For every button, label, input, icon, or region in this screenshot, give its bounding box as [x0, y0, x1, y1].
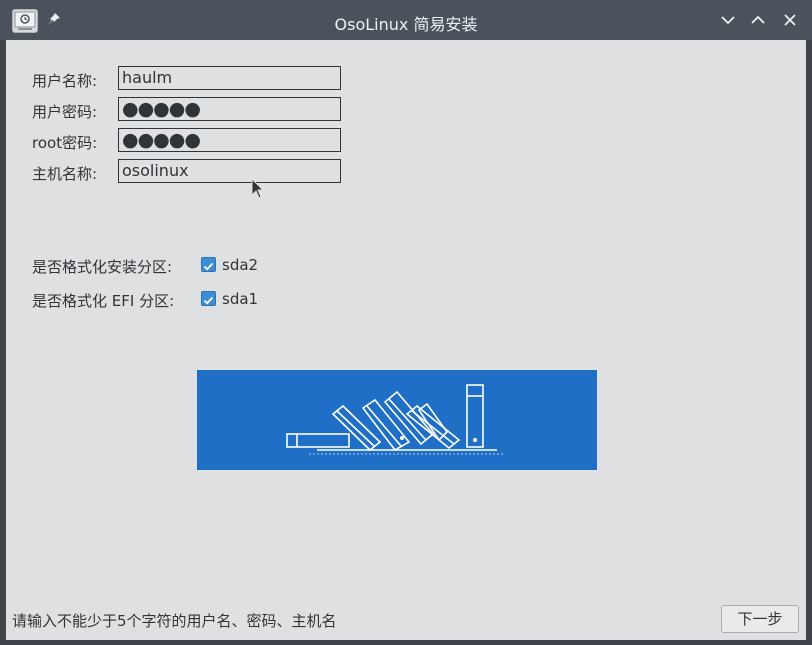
next-button[interactable]: 下一步 — [721, 605, 799, 633]
format-install-partition-label: 是否格式化安装分区: — [32, 258, 173, 276]
install-banner — [197, 370, 597, 470]
user-password-label: 用户密码: — [32, 103, 98, 121]
checkmark-icon — [203, 296, 214, 305]
title-bar: OsoLinux 简易安装 — [0, 0, 812, 40]
username-input[interactable]: haulm — [118, 66, 341, 90]
close-button[interactable] — [780, 10, 800, 30]
install-partition-checkbox[interactable] — [201, 257, 216, 272]
installer-window: 用户名称: haulm 用户密码: ●●●●● root密码: ●●●●● 主机… — [6, 40, 806, 640]
maximize-button[interactable] — [748, 10, 768, 30]
minimize-button[interactable] — [718, 10, 738, 30]
chevron-down-icon — [721, 16, 735, 25]
status-hint-text: 请输入不能少于5个字符的用户名、密码、主机名 — [12, 612, 337, 630]
hostname-label: 主机名称: — [32, 165, 98, 183]
efi-partition-checkbox[interactable] — [201, 291, 216, 306]
root-password-label: root密码: — [32, 134, 98, 152]
close-icon — [784, 14, 796, 26]
mouse-cursor-icon — [251, 177, 265, 200]
checkmark-icon — [203, 262, 214, 271]
chevron-up-icon — [751, 15, 765, 24]
hostname-input[interactable]: osolinux — [118, 159, 341, 183]
efi-partition-checkbox-label[interactable]: sda1 — [222, 290, 258, 308]
user-password-input[interactable]: ●●●●● — [118, 97, 341, 121]
format-efi-partition-label: 是否格式化 EFI 分区: — [32, 292, 175, 310]
username-label: 用户名称: — [32, 72, 98, 90]
install-partition-checkbox-label[interactable]: sda2 — [222, 256, 258, 274]
books-illustration-icon — [286, 384, 505, 455]
root-password-input[interactable]: ●●●●● — [118, 128, 341, 152]
window-title: OsoLinux 简易安装 — [334, 15, 478, 34]
